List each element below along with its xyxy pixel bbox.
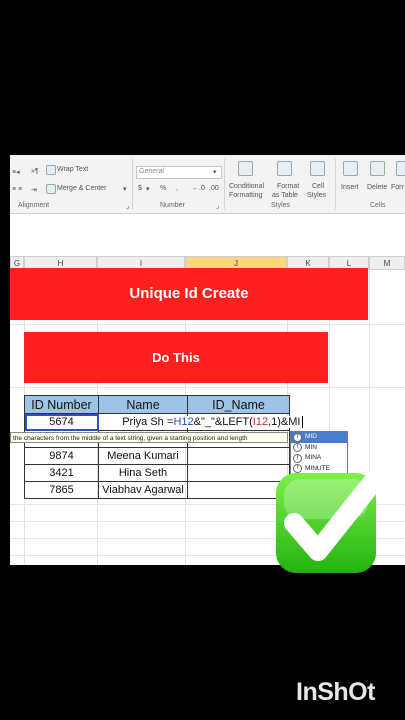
table-row: 3421 Hina Seth: [24, 464, 290, 482]
number-format-select[interactable]: General ▾: [136, 166, 222, 179]
currency-dropdown-icon[interactable]: ▾: [146, 185, 150, 193]
format-button[interactable]: Forr: [391, 184, 404, 191]
cell-name[interactable]: Hina Seth: [98, 464, 188, 482]
insert-icon: [343, 161, 358, 176]
autocomplete-label: MID: [305, 433, 317, 440]
conditional-formatting-icon: [238, 161, 253, 176]
header-id-name[interactable]: ID_Name: [187, 395, 290, 414]
cell-id[interactable]: 7865: [24, 481, 99, 499]
cell-styles-label: Styles: [307, 192, 327, 199]
increase-indent-icon[interactable]: ⇥: [31, 186, 37, 194]
checkmark-icon: [274, 453, 398, 577]
number-format-value: General: [139, 168, 164, 175]
alignment-launcher-icon[interactable]: ⌟: [126, 202, 129, 210]
ribbon: ≡◂ ≡ ≡ »¶ ⇥ Wrap Text Merge & Center ▾ A…: [10, 155, 405, 214]
autocomplete-item[interactable]: f MID: [291, 432, 347, 443]
table-header-row: ID Number Name ID_Name: [24, 395, 290, 414]
orientation-icon[interactable]: »¶: [31, 168, 39, 175]
function-icon: f: [293, 432, 302, 442]
indent-icon[interactable]: ≡◂: [12, 168, 20, 176]
autocomplete-label: MIN: [305, 443, 317, 451]
merge-center-button[interactable]: Merge & Center: [57, 185, 106, 192]
chevron-down-icon: ▾: [213, 169, 217, 176]
function-icon: f: [293, 443, 302, 453]
header-name[interactable]: Name: [98, 395, 188, 414]
gridline: [10, 324, 405, 325]
text-cursor: [301, 416, 303, 428]
title-banner[interactable]: Unique Id Create: [10, 268, 368, 320]
group-cells: Cells: [370, 202, 386, 209]
decrease-decimal-icon[interactable]: .00: [209, 185, 219, 192]
group-number: Number: [160, 202, 185, 209]
cell-name[interactable]: Meena Kumari: [98, 447, 188, 465]
group-styles: Styles: [271, 202, 291, 209]
format-as-table-label: as Table: [272, 192, 298, 199]
percent-button[interactable]: %: [160, 185, 166, 192]
increase-decimal-icon[interactable]: ←.0: [192, 185, 205, 192]
cell-name[interactable]: Viabhav Agarwal: [98, 481, 188, 499]
group-alignment: Alignment: [18, 202, 50, 209]
conditional-formatting-label: Formatting: [229, 192, 263, 199]
merge-dropdown-icon[interactable]: ▾: [123, 185, 127, 193]
delete-icon: [370, 161, 385, 176]
conditional-formatting-button[interactable]: Conditional: [229, 183, 264, 190]
currency-button[interactable]: $: [138, 185, 142, 192]
formula-ref-id: H12: [173, 416, 194, 428]
separator: [132, 159, 133, 209]
separator: [224, 159, 225, 209]
header-id-number[interactable]: ID Number: [24, 395, 99, 414]
insert-button[interactable]: Insert: [341, 184, 359, 191]
table-row: 7865 Viabhav Agarwal: [24, 481, 290, 499]
number-launcher-icon[interactable]: ⌟: [216, 202, 219, 210]
wrap-text-icon: [46, 165, 56, 175]
table-row: 9874 Meena Kumari: [24, 447, 290, 465]
inshot-watermark: InShOt: [296, 678, 375, 706]
formula-ref-name: I12: [252, 416, 269, 428]
formula-suffix: ,1)&MI: [268, 416, 301, 428]
comma-button[interactable]: ,: [176, 185, 178, 192]
format-as-table-icon: [277, 161, 292, 176]
format-icon: [396, 161, 405, 176]
subtitle-banner[interactable]: Do This: [24, 332, 328, 383]
wrap-text-button[interactable]: Wrap Text: [57, 166, 88, 173]
cell-id[interactable]: 9874: [24, 447, 99, 465]
data-table: ID Number Name ID_Name 5674 Priya Sh 456…: [24, 395, 290, 499]
separator: [335, 159, 336, 209]
delete-button[interactable]: Delete: [367, 184, 387, 191]
cell-id[interactable]: 3421: [24, 464, 99, 482]
cell-formula-editor[interactable]: =H12&"_"&LEFT(I12,1)&MI: [165, 416, 305, 428]
function-tooltip: the characters from the middle of a text…: [10, 432, 288, 443]
align-icons[interactable]: ≡ ≡: [12, 186, 22, 193]
gridline: [10, 387, 405, 388]
column-header-m[interactable]: M: [369, 256, 405, 270]
merge-center-icon: [46, 184, 56, 194]
format-as-table-button[interactable]: Format: [277, 183, 299, 190]
autocomplete-item[interactable]: f MIN: [291, 443, 347, 454]
cell-id[interactable]: 5674: [24, 413, 99, 431]
cell-styles-icon: [310, 161, 325, 176]
formula-middle: &"_"&LEFT(: [193, 416, 253, 428]
cell-styles-button[interactable]: Cell: [312, 183, 324, 190]
